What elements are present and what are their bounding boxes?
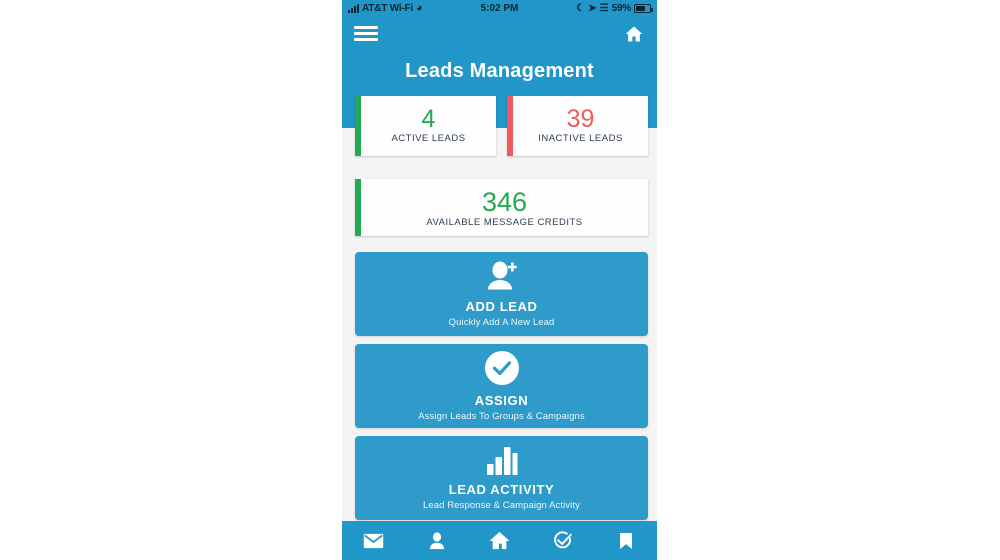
bottom-tab-bar xyxy=(342,521,657,560)
stat-value: 4 xyxy=(421,105,436,133)
tab-home[interactable] xyxy=(468,521,531,560)
tab-tasks[interactable] xyxy=(531,521,594,560)
phone-screen: AT&T Wi-Fi ◕ 5:02 PM ☾ ➤ ☰ 59% Leads Man… xyxy=(342,0,657,560)
hamburger-menu-icon[interactable] xyxy=(354,23,378,44)
stat-card-body: 39 INACTIVE LEADS xyxy=(513,96,648,156)
home-icon[interactable] xyxy=(623,23,645,45)
stat-label: INACTIVE LEADS xyxy=(538,133,623,144)
stat-card-active-leads[interactable]: 4 ACTIVE LEADS xyxy=(355,96,496,156)
check-circle-outline-icon xyxy=(553,530,573,551)
navigation-bar xyxy=(342,17,657,50)
stat-card-message-credits[interactable]: 346 AVAILABLE MESSAGE CREDITS xyxy=(355,179,648,236)
tile-subtitle: Lead Response & Campaign Activity xyxy=(423,500,580,511)
battery-percent-label: 59% xyxy=(611,3,632,14)
stat-card-body: 346 AVAILABLE MESSAGE CREDITS xyxy=(361,179,648,236)
main-content: 4 ACTIVE LEADS 39 INACTIVE LEADS 346 AVA… xyxy=(342,50,657,560)
moon-icon: ☾ xyxy=(576,2,586,14)
battery-icon xyxy=(634,4,653,13)
tile-subtitle: Quickly Add A New Lead xyxy=(448,317,555,328)
status-bar: AT&T Wi-Fi ◕ 5:02 PM ☾ ➤ ☰ 59% xyxy=(342,0,657,17)
envelope-icon xyxy=(363,533,384,549)
tab-saved[interactable] xyxy=(594,521,657,560)
tile-title: LEAD ACTIVITY xyxy=(448,482,555,497)
status-bar-right: ☾ ➤ ☰ 59% xyxy=(576,2,653,14)
tile-subtitle: Assign Leads To Groups & Campaigns xyxy=(418,411,585,422)
tab-contacts[interactable] xyxy=(405,521,468,560)
credits-value: 346 xyxy=(481,186,528,217)
action-tile-lead-activity[interactable]: LEAD ACTIVITY Lead Response & Campaign A… xyxy=(355,436,648,520)
credits-label: AVAILABLE MESSAGE CREDITS xyxy=(426,216,583,228)
bluetooth-icon: ☰ xyxy=(599,2,609,14)
tab-messages[interactable] xyxy=(342,521,405,560)
stat-label: ACTIVE LEADS xyxy=(391,133,466,144)
screenshot-canvas: { "status_bar": { "carrier": "AT&T Wi-Fi… xyxy=(0,0,1000,560)
person-icon xyxy=(429,531,445,550)
stats-row: 4 ACTIVE LEADS 39 INACTIVE LEADS xyxy=(355,96,648,156)
tile-title: ASSIGN xyxy=(474,393,529,408)
bookmark-icon xyxy=(619,532,633,550)
location-arrow-icon: ➤ xyxy=(588,2,597,14)
stat-card-body: 4 ACTIVE LEADS xyxy=(361,96,496,156)
action-tile-assign[interactable]: ASSIGN Assign Leads To Groups & Campaign… xyxy=(355,344,648,428)
check-circle-icon xyxy=(484,350,520,386)
action-tile-add-lead[interactable]: ADD LEAD Quickly Add A New Lead xyxy=(355,252,648,336)
stat-card-inactive-leads[interactable]: 39 INACTIVE LEADS xyxy=(507,96,648,156)
user-plus-icon xyxy=(485,260,519,292)
stat-value: 39 xyxy=(566,105,595,133)
bar-chart-icon xyxy=(486,445,518,475)
home-icon xyxy=(489,531,510,550)
tile-title: ADD LEAD xyxy=(465,299,538,314)
